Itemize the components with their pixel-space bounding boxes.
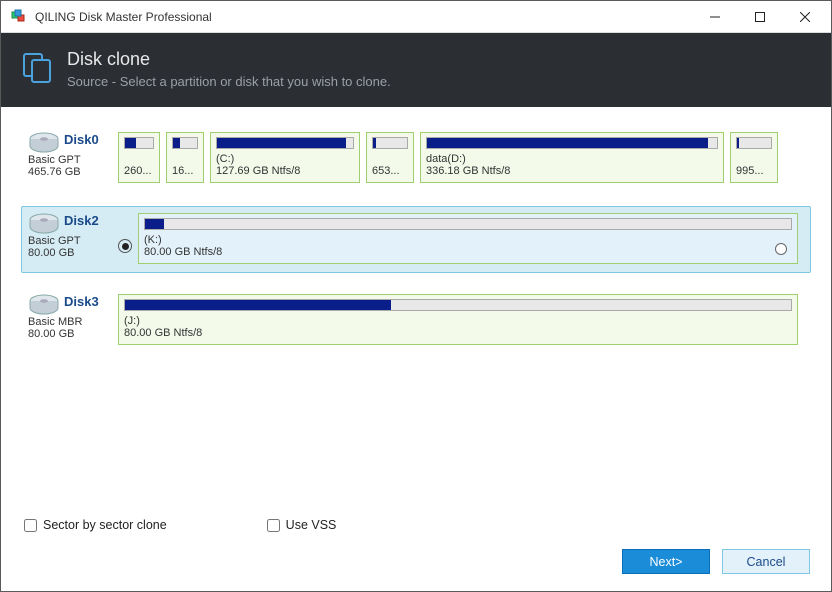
partitions: 260... 16... (C:)127.69 GB Ntfs/8 653... d… [118,132,804,183]
partitions: (J:)80.00 GB Ntfs/8 [118,294,804,345]
partition[interactable]: (K:)80.00 GB Ntfs/8 [138,213,798,264]
disk-info: Disk0Basic GPT465.76 GB [28,132,118,178]
cancel-button[interactable]: Cancel [722,549,810,574]
disk-info: Disk3Basic MBR80.00 GB [28,294,118,340]
partition-size: 653... [372,165,408,177]
partition-size: 80.00 GB Ntfs/8 [144,246,792,258]
close-button[interactable] [782,2,827,32]
usage-bar [144,218,792,230]
disk-clone-icon [21,51,53,83]
partition[interactable]: 260... [118,132,160,183]
partition-label: (K:) [144,234,792,246]
hard-disk-icon [28,132,60,154]
app-logo-icon [11,9,27,25]
partition-label [172,153,198,165]
partition-size: 127.69 GB Ntfs/8 [216,165,354,177]
page-title: Disk clone [67,49,391,70]
disk-row[interactable]: Disk0Basic GPT465.76 GB 260... 16... (C:)… [21,125,811,192]
sector-checkbox-input[interactable] [24,519,37,532]
disk-radio[interactable] [118,239,132,253]
page-subtitle: Source - Select a partition or disk that… [67,74,391,89]
partition-size: 260... [124,165,154,177]
partition-label [124,153,154,165]
next-button[interactable]: Next> [622,549,710,574]
usage-bar [372,137,408,149]
partitions: (K:)80.00 GB Ntfs/8 [138,213,804,264]
usage-bar [736,137,772,149]
hard-disk-icon [28,294,60,316]
minimize-button[interactable] [692,2,737,32]
disk-row[interactable]: Disk2Basic GPT80.00 GB (K:)80.00 GB Ntfs/… [21,206,811,273]
partition-label: (J:) [124,315,792,327]
disk-size: 465.76 GB [28,166,118,178]
partition-size: 995... [736,165,772,177]
partition[interactable]: 653... [366,132,414,183]
usage-bar [426,137,718,149]
disk-type: Basic MBR [28,316,118,328]
partition-radio[interactable] [775,243,787,255]
disk-type: Basic GPT [28,154,118,166]
disk-type: Basic GPT [28,235,118,247]
sector-by-sector-checkbox[interactable]: Sector by sector clone [24,518,167,532]
hard-disk-icon [28,213,60,235]
usage-bar [172,137,198,149]
usage-bar [216,137,354,149]
partition-label [736,153,772,165]
disk-size: 80.00 GB [28,328,118,340]
vss-checkbox-input[interactable] [267,519,280,532]
partition[interactable]: (C:)127.69 GB Ntfs/8 [210,132,360,183]
options-row: Sector by sector clone Use VSS [24,518,336,532]
titlebar: QILING Disk Master Professional [1,1,831,33]
partition-label: data(D:) [426,153,718,165]
partition[interactable]: 16... [166,132,204,183]
partition[interactable]: 995... [730,132,778,183]
disk-size: 80.00 GB [28,247,118,259]
wizard-header: Disk clone Source - Select a partition o… [1,33,831,107]
partition[interactable]: (J:)80.00 GB Ntfs/8 [118,294,798,345]
maximize-button[interactable] [737,2,782,32]
usage-bar [124,299,792,311]
partition-size: 16... [172,165,198,177]
disk-row[interactable]: Disk3Basic MBR80.00 GB(J:)80.00 GB Ntfs/… [21,287,811,354]
window-title: QILING Disk Master Professional [35,10,692,24]
partition-size: 80.00 GB Ntfs/8 [124,327,792,339]
partition-label: (C:) [216,153,354,165]
disk-info: Disk2Basic GPT80.00 GB [28,213,118,259]
partition-size: 336.18 GB Ntfs/8 [426,165,718,177]
use-vss-checkbox[interactable]: Use VSS [267,518,337,532]
partition-label [372,153,408,165]
footer-buttons: Next> Cancel [622,549,810,574]
disk-list: Disk0Basic GPT465.76 GB 260... 16... (C:)… [1,107,831,374]
usage-bar [124,137,154,149]
partition[interactable]: data(D:)336.18 GB Ntfs/8 [420,132,724,183]
